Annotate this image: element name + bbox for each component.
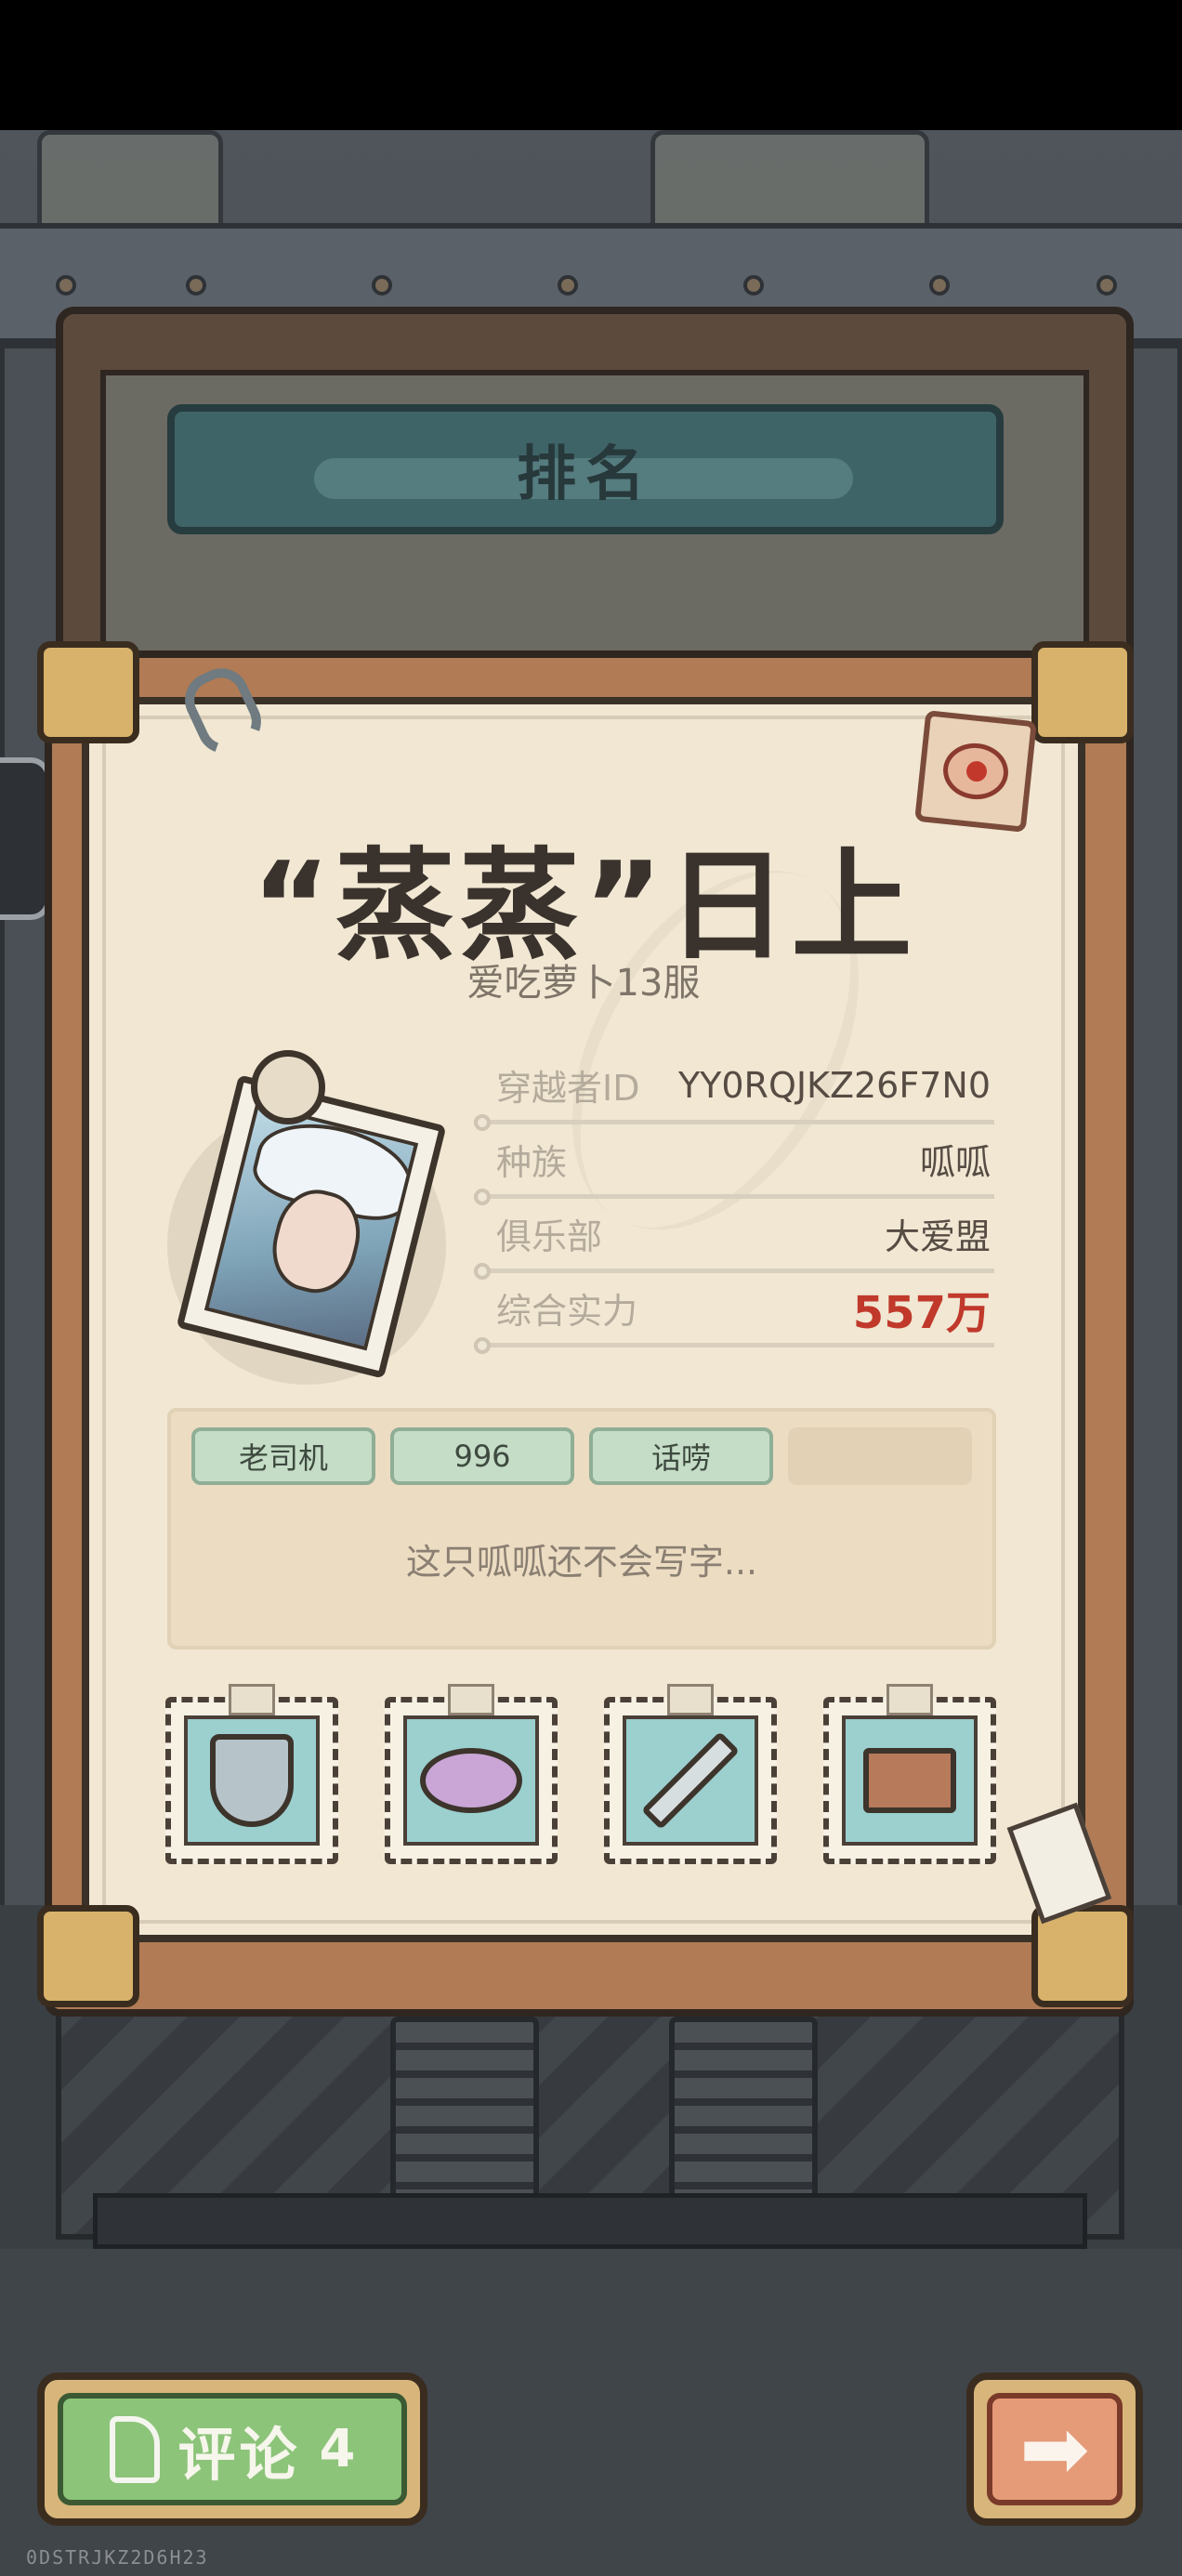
- traveler-id-value: YY0RQJKZ26F7N0: [677, 1064, 991, 1106]
- frame-corner: [1031, 641, 1134, 743]
- quill-icon: [109, 2415, 160, 2483]
- tag: 老司机: [191, 1427, 375, 1485]
- info-row-id: 穿越者ID YY0RQJKZ26F7N0: [474, 1050, 994, 1131]
- floor-strip: [93, 2193, 1087, 2249]
- tab-title: 排名: [517, 440, 654, 509]
- signature-text: 这只呱呱还不会写字...: [405, 1542, 758, 1583]
- arrow-right-icon: ➡: [1019, 2399, 1090, 2498]
- stamp-eye[interactable]: [385, 1684, 558, 1864]
- shutter: [669, 2017, 818, 2202]
- tag-empty: [788, 1427, 972, 1485]
- side-drawer-tab[interactable]: [0, 757, 51, 920]
- club-value: 大爱盟: [884, 1216, 991, 1257]
- info-label: 俱乐部: [496, 1216, 603, 1257]
- info-row-power: 综合实力 557万: [474, 1273, 994, 1354]
- stamp-shield[interactable]: [165, 1684, 338, 1864]
- info-label: 综合实力: [496, 1291, 638, 1332]
- next-button[interactable]: ➡: [966, 2372, 1143, 2526]
- pin-icon: [251, 1050, 325, 1124]
- server-name: 爱吃萝卜13服: [466, 962, 701, 1005]
- info-list: 穿越者ID YY0RQJKZ26F7N0 种族 呱呱 俱乐部 大爱盟 综合实力 …: [474, 1050, 994, 1354]
- plant-pot-icon: [863, 1748, 956, 1813]
- tag: 996: [390, 1427, 574, 1485]
- ranking-tab: 排名: [167, 404, 1004, 534]
- info-row-race: 种族 呱呱: [474, 1124, 994, 1205]
- shutter: [390, 2017, 539, 2202]
- winged-eye-icon: [420, 1748, 522, 1813]
- power-value: 557万: [852, 1286, 991, 1339]
- status-bar: [0, 0, 1182, 130]
- frame-corner: [37, 1905, 139, 2007]
- stamp-plants[interactable]: [823, 1684, 996, 1864]
- comment-button[interactable]: 评论 4: [37, 2372, 427, 2526]
- info-row-club: 俱乐部 大爱盟: [474, 1199, 994, 1280]
- info-label: 种族: [496, 1142, 568, 1183]
- snail-icon: [940, 740, 1011, 803]
- crossed-swords-icon: [640, 1730, 741, 1831]
- frame-corner: [37, 641, 139, 743]
- race-value: 呱呱: [919, 1142, 991, 1183]
- achievement-stamps: [165, 1684, 996, 1864]
- shield-icon: [210, 1734, 294, 1827]
- info-label: 穿越者ID: [496, 1068, 640, 1109]
- tag-list: 老司机 996 话唠: [191, 1427, 972, 1485]
- comment-count: 4: [319, 2419, 356, 2479]
- comment-label: 评论: [177, 2420, 301, 2489]
- tag: 话唠: [589, 1427, 773, 1485]
- stamp-swords[interactable]: [604, 1684, 777, 1864]
- footer-code: 0DSTRJKZ2D6H23: [26, 2546, 209, 2569]
